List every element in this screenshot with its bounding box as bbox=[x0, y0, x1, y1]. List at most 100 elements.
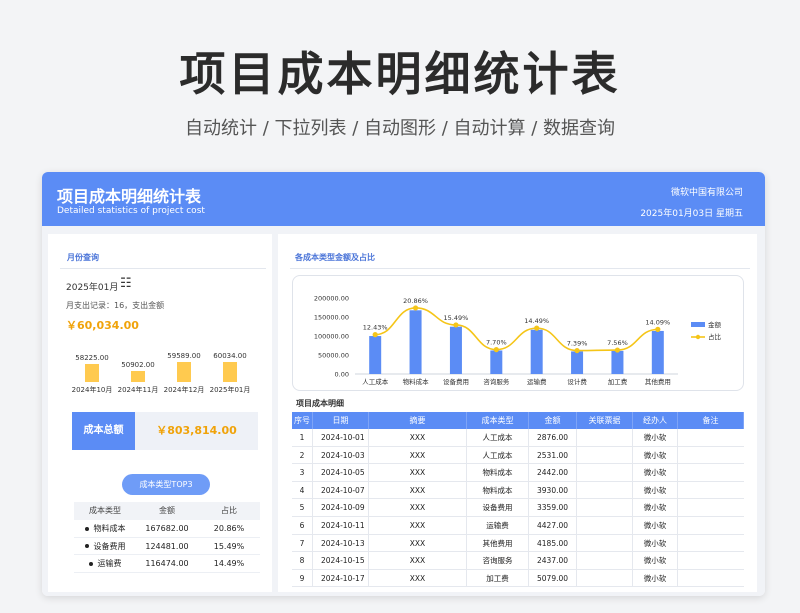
table-row[interactable]: 2 2024-10-03 XXX 人工成本 2531.00 微小软 bbox=[292, 446, 744, 465]
company-name: 微软中国有限公司 bbox=[670, 188, 743, 198]
top3-amount: 116474.00 bbox=[145, 559, 189, 568]
y-tick-label: 0.00 bbox=[335, 371, 349, 379]
month-select[interactable]: 2025年01月 bbox=[66, 280, 118, 293]
row-receipt bbox=[577, 534, 633, 552]
row-amount: 3930.00 bbox=[529, 481, 577, 499]
row-summary: XXX bbox=[369, 569, 467, 587]
mini-value: 58225.00 bbox=[75, 353, 109, 362]
row-remark bbox=[678, 517, 744, 534]
row-remark bbox=[678, 482, 744, 499]
chart-title: 各成本类型金额及占比 bbox=[295, 253, 375, 262]
table-row[interactable]: 8 2024-10-15 XXX 咨询服务 2437.00 微小软 bbox=[292, 552, 744, 570]
row-amount: 2437.00 bbox=[529, 552, 577, 569]
table-row[interactable]: 5 2024-10-09 XXX 设备费用 3359.00 微小软 bbox=[292, 499, 744, 517]
top3-share: 15.49% bbox=[213, 541, 245, 551]
row-index: 3 bbox=[292, 464, 313, 481]
share-point bbox=[372, 332, 378, 338]
share-label: 12.43% bbox=[363, 324, 388, 332]
top3-header: 金额 bbox=[159, 506, 175, 515]
row-date: 2024-10-03 bbox=[313, 446, 369, 464]
top3-share: 14.49% bbox=[213, 559, 245, 568]
row-remark bbox=[678, 499, 744, 516]
row-remark bbox=[678, 535, 744, 552]
row-cost-type: 物料成本 bbox=[467, 481, 529, 499]
row-summary: XXX bbox=[369, 464, 467, 481]
top3-share: 20.86% bbox=[213, 524, 245, 533]
mini-label: 2024年10月 bbox=[71, 386, 113, 394]
column-header: 摘要 bbox=[369, 412, 467, 429]
share-point bbox=[614, 347, 621, 353]
month-amount: ￥60,034.00 bbox=[66, 319, 139, 332]
row-handler: 微小软 bbox=[633, 516, 678, 534]
row-handler: 微小软 bbox=[633, 446, 678, 464]
mini-value: 59589.00 bbox=[167, 352, 201, 361]
share-point bbox=[655, 326, 661, 332]
y-tick-label: 50000.00 bbox=[318, 352, 349, 360]
share-label: 7.39% bbox=[567, 340, 588, 348]
table-row[interactable]: 6 2024-10-11 XXX 运输费 4427.00 微小软 bbox=[292, 516, 744, 535]
table-row[interactable]: 1 2024-10-01 XXX 人工成本 2876.00 微小软 bbox=[292, 429, 744, 447]
share-label: 15.49% bbox=[444, 314, 469, 322]
share-label: 14.09% bbox=[645, 318, 670, 326]
x-tick-label: 设备费用 bbox=[443, 377, 469, 386]
top3-type: 运输费 bbox=[97, 559, 122, 568]
row-cost-type: 物料成本 bbox=[467, 464, 529, 481]
row-date: 2024-10-01 bbox=[313, 429, 369, 446]
top3-type: 设备费用 bbox=[93, 541, 126, 551]
top3-amount: 124481.00 bbox=[145, 541, 189, 551]
share-point bbox=[534, 325, 540, 331]
row-receipt bbox=[577, 464, 633, 481]
row-handler: 微小软 bbox=[633, 534, 678, 552]
table-row[interactable]: 3 2024-10-05 XXX 物料成本 2442.00 微小软 bbox=[292, 464, 744, 482]
top3-row: 物料成本 167682.00 20.86% bbox=[74, 520, 260, 538]
monthly-mini-chart: 58225.00 2024年10月 50902.00 2024年11月 5958… bbox=[70, 338, 260, 394]
top3-table: 成本类型 金额 占比 物料成本 167682.00 20.86% 设备费用 12… bbox=[74, 502, 260, 573]
top3-type-cell: 物料成本 bbox=[74, 520, 136, 537]
cost-detail-table: 序号 日期 摘要 成本类型 金额 关联票据 经办人 备注 1 2024-10-01… bbox=[292, 412, 744, 588]
row-index: 5 bbox=[292, 499, 313, 516]
row-cost-type: 咨询服务 bbox=[467, 552, 529, 569]
row-index: 1 bbox=[292, 429, 313, 446]
row-amount: 2876.00 bbox=[529, 429, 577, 446]
row-handler: 微小软 bbox=[633, 499, 678, 516]
row-date: 2024-10-13 bbox=[313, 534, 369, 552]
table-row[interactable]: 7 2024-10-13 XXX 其他费用 4185.00 微小软 bbox=[292, 534, 744, 553]
top3-header-row: 成本类型 金额 占比 bbox=[74, 502, 260, 520]
cost-report-card: 项目成本明细统计表 Detailed statistics of project… bbox=[42, 172, 765, 596]
month-record-text: 月支出记录：16，支出金额 bbox=[66, 301, 165, 310]
report-date: 2025年01月03日 星期五 bbox=[640, 209, 743, 219]
month-query-panel: 月份查询 2025年01月 ☷ 月支出记录：16，支出金额 ￥60,034.00… bbox=[48, 234, 272, 592]
row-cost-type: 加工费 bbox=[467, 569, 529, 587]
top3-row: 设备费用 124481.00 15.49% bbox=[74, 538, 260, 555]
divider bbox=[60, 268, 266, 269]
bullet-icon bbox=[88, 561, 93, 566]
row-date: 2024-10-15 bbox=[313, 552, 369, 569]
y-tick-label: 100000.00 bbox=[314, 333, 349, 341]
table-row[interactable]: 9 2024-10-17 XXX 加工费 5079.00 微小软 bbox=[292, 569, 744, 588]
table-title: 项目成本明细 bbox=[296, 399, 344, 408]
row-handler: 微小软 bbox=[633, 481, 678, 499]
row-date: 2024-10-05 bbox=[313, 464, 369, 481]
share-label: 14.49% bbox=[524, 317, 549, 325]
cost-type-chart-svg: 0.00 50000.00 100000.00 150000.00 200000.00 人… bbox=[314, 295, 722, 387]
cost-type-chart: 0.00 50000.00 100000.00 150000.00 200000.00 人… bbox=[292, 275, 744, 391]
mini-value: 60034.00 bbox=[213, 351, 247, 360]
mini-bar bbox=[131, 371, 145, 382]
column-header: 成本类型 bbox=[467, 412, 529, 429]
row-receipt bbox=[577, 499, 633, 516]
dropdown-calendar-icon[interactable]: ☷ bbox=[120, 276, 132, 291]
row-date: 2024-10-11 bbox=[313, 516, 369, 534]
top3-type-cell: 运输费 bbox=[74, 555, 136, 572]
bar-mark bbox=[409, 310, 422, 374]
table-row[interactable]: 4 2024-10-07 XXX 物料成本 3930.00 微小软 bbox=[292, 481, 744, 500]
share-point bbox=[453, 322, 459, 328]
page-title: 项目成本明细统计表 bbox=[179, 47, 621, 101]
row-date: 2024-10-17 bbox=[313, 569, 369, 587]
row-amount: 3359.00 bbox=[529, 499, 577, 516]
column-header: 关联票据 bbox=[577, 412, 633, 429]
row-index: 2 bbox=[292, 446, 313, 464]
row-index: 8 bbox=[292, 552, 313, 569]
bar-mark bbox=[530, 329, 543, 374]
bar-mark bbox=[449, 326, 462, 374]
column-header: 序号 bbox=[292, 412, 313, 429]
